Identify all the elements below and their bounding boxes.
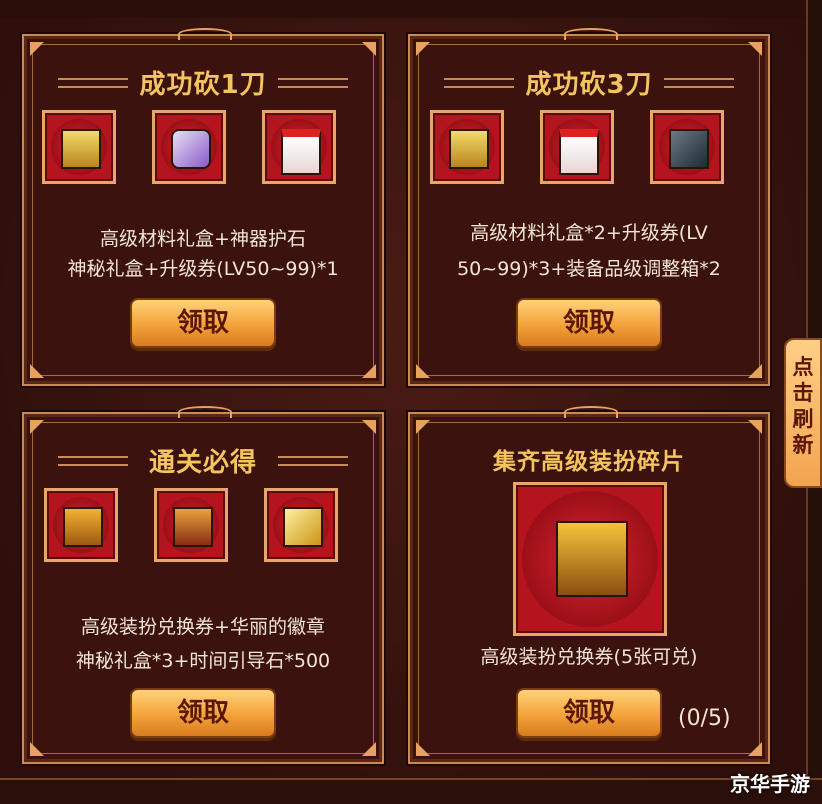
panel-title: 通关必得 <box>148 448 257 478</box>
reward-slot[interactable] <box>513 482 667 636</box>
ornate-chest-icon <box>173 507 213 547</box>
crest-ornament <box>554 402 624 420</box>
refresh-tab[interactable]: 点 击 刷 新 <box>784 338 822 488</box>
corner-ornament <box>748 420 762 434</box>
reward-desc-line2: 神秘礼盒*3+时间引导石*500 <box>75 650 331 672</box>
panel-title: 成功砍3刀 <box>525 70 653 100</box>
corner-ornament <box>362 420 376 434</box>
corner-ornament <box>416 742 430 756</box>
reward-panel-clear: 通关必得 高级装扮兑换券+华丽的徽章 神秘礼盒*3+时间引导石*500 领取 <box>22 406 384 764</box>
corner-ornament <box>362 42 376 56</box>
reward-slot[interactable] <box>650 110 724 184</box>
reward-panel-1-cut: 成功砍1刀 高级材料礼盒+神器护石 神秘礼盒+升级券(LV50~99)*1 领取 <box>22 28 384 386</box>
reward-panel-3-cuts: 成功砍3刀 高级材料礼盒*2+升级券(LV 50~99)*3+装备品级调整箱*2… <box>408 28 770 386</box>
corner-ornament <box>748 742 762 756</box>
reward-slot[interactable] <box>262 110 336 184</box>
refresh-char: 刷 <box>792 407 814 431</box>
reward-desc-line2: 50~99)*3+装备品级调整箱*2 <box>457 258 721 280</box>
reward-slot[interactable] <box>44 488 118 562</box>
gold-cube-icon <box>283 507 323 547</box>
corner-ornament <box>416 364 430 378</box>
reward-desc: 高级装扮兑换券(5张可兑) <box>480 646 698 668</box>
claim-button[interactable]: 领取 <box>130 688 276 738</box>
reward-desc-line1: 高级材料礼盒*2+升级券(LV <box>470 222 708 244</box>
bottom-border <box>0 778 822 804</box>
crest-ornament <box>168 402 238 420</box>
refresh-char: 新 <box>792 433 814 457</box>
corner-ornament <box>362 742 376 756</box>
gold-chest-icon <box>449 129 489 169</box>
purple-stone-icon <box>171 129 211 169</box>
corner-ornament <box>748 42 762 56</box>
fragment-progress: (0/5) <box>678 706 731 731</box>
corner-ornament <box>362 364 376 378</box>
reward-slot[interactable] <box>540 110 614 184</box>
claim-button[interactable]: 领取 <box>130 298 276 348</box>
panel-title: 集齐高级装扮碎片 <box>493 449 685 475</box>
claim-button[interactable]: 领取 <box>516 688 662 738</box>
crest-ornament <box>168 24 238 42</box>
reward-panel-fragments: 集齐高级装扮碎片 高级装扮兑换券(5张可兑) 领取 (0/5) <box>408 406 770 764</box>
reward-slot[interactable] <box>430 110 504 184</box>
reward-slot[interactable] <box>42 110 116 184</box>
corner-ornament <box>30 742 44 756</box>
reward-slot[interactable] <box>264 488 338 562</box>
big-treasure-chest-icon <box>556 521 628 597</box>
reward-slot[interactable] <box>154 488 228 562</box>
reward-desc-line1: 高级材料礼盒+神器护石 <box>100 228 306 250</box>
reward-desc-line2: 神秘礼盒+升级券(LV50~99)*1 <box>67 258 339 280</box>
lv-ticket-icon <box>559 129 599 175</box>
refresh-char: 点 <box>792 355 814 379</box>
corner-ornament <box>416 420 430 434</box>
corner-ornament <box>30 42 44 56</box>
corner-ornament <box>416 42 430 56</box>
watermark: 京华手游 <box>730 772 810 796</box>
corner-ornament <box>30 364 44 378</box>
reward-desc-line1: 高级装扮兑换券+华丽的徽章 <box>81 616 325 638</box>
claim-button[interactable]: 领取 <box>516 298 662 348</box>
panel-title: 成功砍1刀 <box>139 70 267 100</box>
corner-ornament <box>30 420 44 434</box>
corner-ornament <box>748 364 762 378</box>
reward-slot[interactable] <box>152 110 226 184</box>
refresh-char: 击 <box>792 381 814 405</box>
crest-ornament <box>554 24 624 42</box>
treasure-chest-icon <box>63 507 103 547</box>
gold-chest-icon <box>61 129 101 169</box>
equipment-box-icon <box>669 129 709 169</box>
lv-ticket-icon <box>281 129 321 175</box>
top-border <box>0 0 822 18</box>
